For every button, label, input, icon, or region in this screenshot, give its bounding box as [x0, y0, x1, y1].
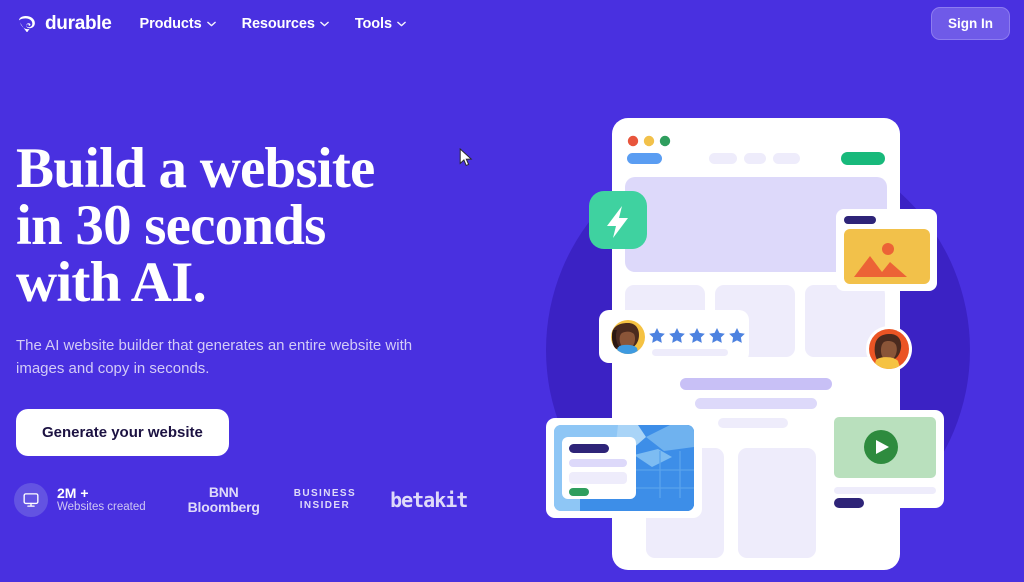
- business-insider-logo: BUSINESS INSIDER: [294, 488, 356, 513]
- nav-item-resources-label: Resources: [241, 15, 315, 32]
- headline-line-2: in 30 seconds: [16, 194, 326, 257]
- video-card-badge: [826, 410, 944, 508]
- nav-item-resources[interactable]: Resources: [242, 16, 329, 32]
- chevron-down-icon: [206, 21, 216, 26]
- generate-your-website-button[interactable]: Generate your website: [16, 408, 229, 456]
- monitor-icon: [14, 483, 48, 517]
- stat-label: Websites created: [57, 501, 146, 514]
- sign-in-button[interactable]: Sign In: [931, 7, 1010, 40]
- brand-logo[interactable]: durable: [16, 13, 112, 35]
- chevron-down-icon: [320, 21, 329, 26]
- nav-item-tools-label: Tools: [354, 15, 392, 32]
- nav-links: Products Resources Tools: [140, 16, 406, 32]
- lightning-badge: [589, 191, 647, 249]
- bnn-bloomberg-logo: BNN Bloomberg: [188, 485, 260, 514]
- hero-subheadline: The AI website builder that generates an…: [16, 335, 416, 381]
- websites-created-stat: 2M + Websites created: [14, 483, 146, 517]
- headline-line-1: Build a website: [16, 137, 375, 200]
- brand-name: durable: [45, 13, 112, 34]
- headline-line-3: with AI.: [16, 251, 207, 314]
- diamond-gem-icon: [18, 15, 35, 32]
- bi-line-2: INSIDER: [299, 500, 351, 511]
- nav-item-products-label: Products: [139, 15, 202, 32]
- nav-item-tools[interactable]: Tools: [355, 16, 406, 32]
- social-proof-bar: 2M + Websites created BNN Bloomberg BUSI…: [14, 483, 469, 517]
- nav-item-products[interactable]: Products: [140, 16, 216, 32]
- image-card-badge: [836, 209, 937, 291]
- hero-copy: Build a website in 30 seconds with AI. T…: [16, 140, 456, 456]
- top-navigation-bar: durable Products Resources Tools Sign In: [0, 0, 1024, 47]
- map-card-badge: [546, 418, 702, 518]
- betakit-logo: betakit: [390, 488, 468, 512]
- page-title: Build a website in 30 seconds with AI.: [16, 140, 456, 311]
- bnn-line-1: BNN: [208, 484, 239, 501]
- press-logos: BNN Bloomberg BUSINESS INSIDER betakit: [188, 485, 469, 514]
- bi-line-1: BUSINESS: [293, 487, 357, 499]
- chevron-down-icon: [397, 21, 406, 26]
- map-info-panel: [562, 437, 636, 499]
- bnn-line-2: Bloomberg: [187, 499, 260, 515]
- stat-number: 2M +: [57, 485, 89, 502]
- website-builder-preview-illustration: [470, 0, 1024, 582]
- subhead-line-1: The AI website builder that generates an…: [16, 337, 382, 354]
